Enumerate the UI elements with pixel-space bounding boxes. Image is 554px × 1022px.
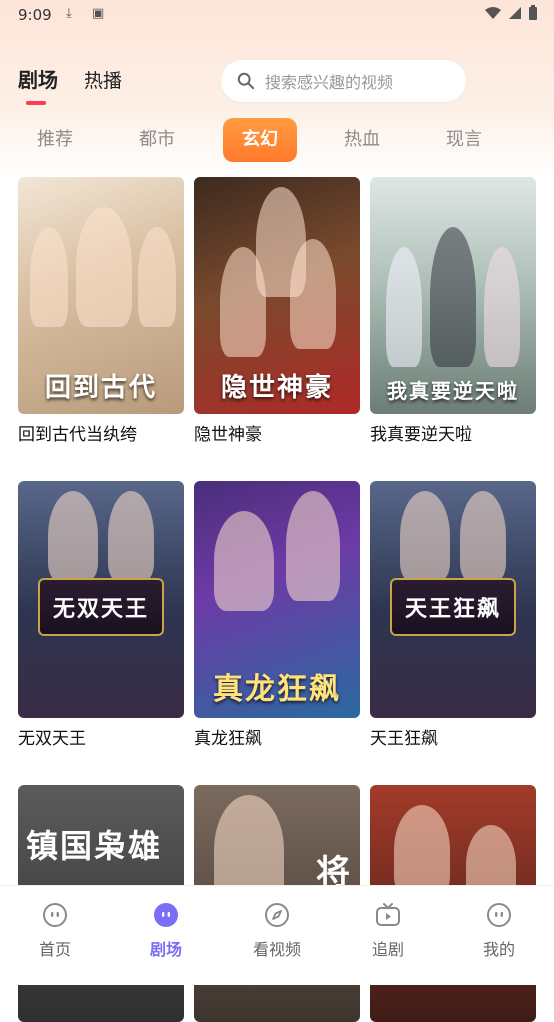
drama-title: 回到古代当纨绔 [18, 425, 137, 445]
poster-title-text: 我真要逆天啦 [387, 379, 519, 403]
nav-watch-video-label: 看视频 [252, 940, 301, 959]
drama-title: 无双天王 [18, 729, 86, 749]
drama-poster: 天王狂飙 [370, 481, 536, 718]
compass-icon [265, 903, 289, 927]
search-input[interactable]: 搜索感兴趣的视频 [221, 60, 466, 102]
status-time: 9:09 [18, 6, 52, 24]
drama-title: 我真要逆天啦 [370, 425, 472, 445]
drama-title: 隐世神豪 [194, 425, 262, 445]
download-icon: ⤓ [66, 6, 72, 21]
nav-home-label: 首页 [38, 940, 71, 959]
drama-card[interactable]: 隐世神豪 隐世神豪 [194, 177, 360, 446]
nav-theater-label: 剧场 [149, 940, 182, 959]
poster-title-text: 隐世神豪 [220, 373, 333, 403]
drama-card[interactable]: 真龙狂飙 真龙狂飙 [194, 481, 360, 750]
category-fantasy[interactable]: 玄幻 [223, 118, 297, 162]
wifi-icon [485, 7, 501, 19]
category-tabs: 推荐 都市 玄幻 热血 现言 [0, 118, 554, 162]
app-notification-icon: ▣ [92, 6, 105, 21]
poster-title-text: 天王狂飙 [404, 597, 501, 622]
nav-watch-video[interactable]: 看视频 [222, 902, 332, 960]
signal-icon [509, 7, 521, 19]
nav-theater[interactable]: 剧场 [111, 902, 221, 960]
nav-home[interactable]: 首页 [0, 902, 110, 960]
poster-title-text: 镇国枭雄 [26, 827, 163, 865]
poster-title-text: 无双天王 [52, 597, 149, 622]
top-tabs: 剧场 热播 [18, 64, 122, 105]
bottom-navigation: 首页 剧场 看视频 追剧 我的 [0, 885, 554, 985]
category-recommend[interactable]: 推荐 [18, 118, 92, 162]
nav-follow[interactable]: 追剧 [333, 902, 443, 960]
nav-profile-label: 我的 [482, 940, 515, 959]
poster-title-text: 回到古代 [44, 373, 157, 403]
search-icon [237, 72, 255, 90]
tab-hot[interactable]: 热播 [84, 66, 122, 93]
drama-card[interactable]: 天王狂飙 天王狂飙 [370, 481, 536, 750]
tv-play-icon [376, 903, 400, 926]
nav-profile[interactable]: 我的 [444, 902, 554, 960]
profile-face-icon [487, 903, 511, 927]
category-romance[interactable]: 现言 [427, 118, 501, 162]
drama-card[interactable]: 无双天王 无双天王 [18, 481, 184, 750]
category-urban[interactable]: 都市 [120, 118, 194, 162]
drama-title: 天王狂飙 [370, 729, 438, 749]
drama-title: 真龙狂飙 [194, 729, 262, 749]
theater-face-icon [154, 903, 178, 927]
poster-title-text: 真龙狂飙 [213, 672, 341, 707]
drama-card[interactable]: 我真要逆天啦 我真要逆天啦 [370, 177, 536, 446]
drama-poster: 回到古代 [18, 177, 184, 414]
search-placeholder: 搜索感兴趣的视频 [265, 73, 394, 92]
drama-poster: 隐世神豪 [194, 177, 360, 414]
drama-poster: 我真要逆天啦 [370, 177, 536, 414]
tab-theater[interactable]: 剧场 [18, 64, 58, 105]
drama-card[interactable]: 回到古代 回到古代当纨绔 [18, 177, 184, 446]
status-bar: 9:09 ⤓ ▣ [0, 0, 554, 32]
home-face-icon [43, 903, 67, 927]
category-passion[interactable]: 热血 [325, 118, 399, 162]
drama-poster: 无双天王 [18, 481, 184, 718]
battery-icon [529, 5, 537, 20]
nav-follow-label: 追剧 [371, 940, 404, 959]
drama-poster: 真龙狂飙 [194, 481, 360, 718]
